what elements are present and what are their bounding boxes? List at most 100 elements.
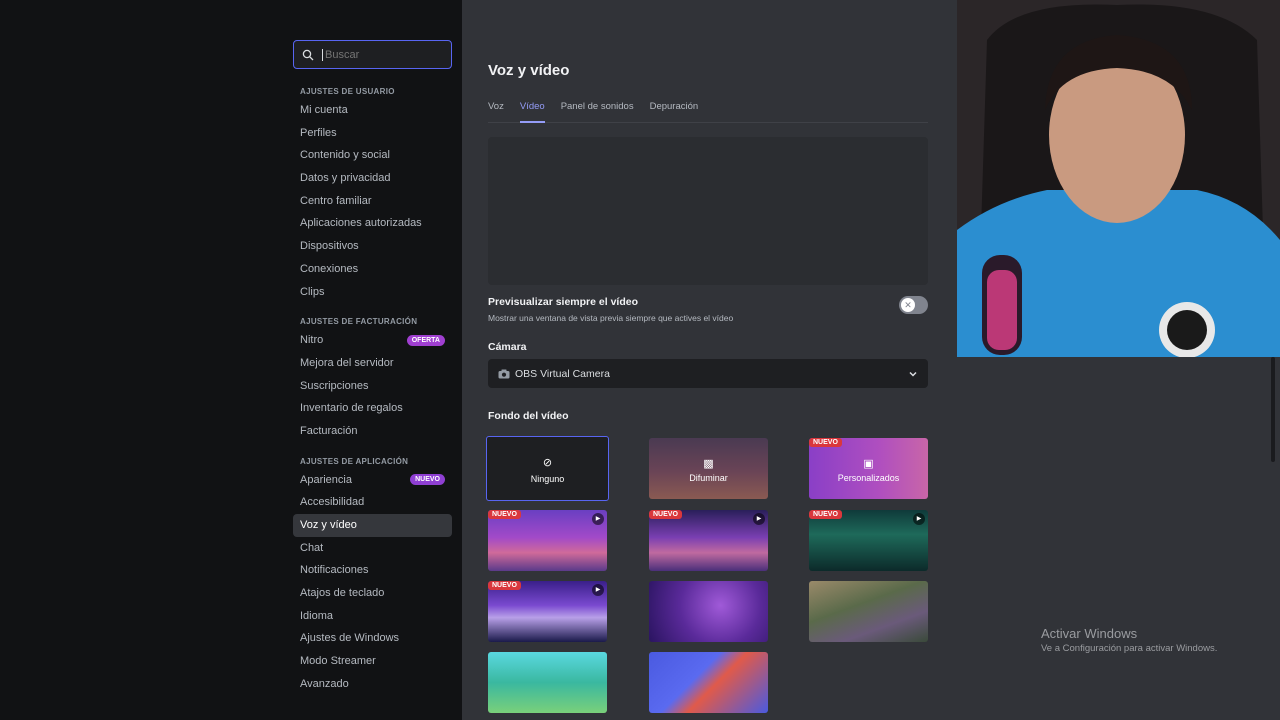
camera-select-value: OBS Virtual Camera xyxy=(498,368,610,380)
search-box[interactable] xyxy=(293,40,452,69)
tab-panel-sonidos[interactable]: Panel de sonidos xyxy=(561,101,634,123)
new-badge: NUEVO xyxy=(809,438,842,447)
background-thumbnail[interactable] xyxy=(809,581,928,642)
sidebar-item-label: Aplicaciones autorizadas xyxy=(300,217,422,230)
sidebar-item-clips[interactable]: Clips xyxy=(293,281,452,304)
sidebar-item-datos[interactable]: Datos y privacidad xyxy=(293,167,452,190)
sidebar-item-label: Mi cuenta xyxy=(300,104,348,116)
background-thumbnail[interactable]: NUEVO ▶ xyxy=(488,581,607,642)
sidebar-item-label: Datos y privacidad xyxy=(300,172,391,185)
sidebar-item-idioma[interactable]: Idioma xyxy=(293,605,452,628)
background-custom[interactable]: NUEVO ▣ Personalizados xyxy=(809,438,928,499)
preview-toggle-label: Previsualizar siempre el vídeo xyxy=(488,296,638,308)
sidebar-item-label: Notificaciones xyxy=(300,564,369,577)
sidebar-item-label: Idioma xyxy=(300,609,334,622)
new-badge: NUEVO xyxy=(488,581,521,590)
play-icon: ▶ xyxy=(592,513,604,525)
tab-video[interactable]: Vídeo xyxy=(519,101,545,123)
sidebar-item-inventario[interactable]: Inventario de regalos xyxy=(293,397,452,420)
new-badge: NUEVO xyxy=(809,510,842,519)
sidebar-item-notificaciones[interactable]: Notificaciones xyxy=(293,559,452,582)
video-preview xyxy=(488,137,928,285)
webcam-overlay xyxy=(957,0,1280,357)
sidebar-item-label: Clips xyxy=(300,285,325,298)
sidebar-item-label: Centro familiar xyxy=(300,194,372,207)
sidebar-item-label: Modo Streamer xyxy=(300,655,376,668)
preview-toggle[interactable]: ✕ xyxy=(899,296,928,314)
background-thumbnail[interactable] xyxy=(649,581,768,642)
background-thumbnail[interactable] xyxy=(649,652,768,713)
background-thumbnail[interactable] xyxy=(488,652,607,713)
sidebar-item-label: Suscripciones xyxy=(300,379,369,392)
sidebar-item-apariencia[interactable]: Apariencia NUEVO xyxy=(293,469,452,492)
new-badge: NUEVO xyxy=(649,510,682,519)
sidebar-item-label: Mejora del servidor xyxy=(300,356,394,369)
settings-sidebar: AJUSTES DE USUARIO Mi cuenta Perfiles Co… xyxy=(293,40,452,696)
background-thumbnail[interactable]: NUEVO ▶ xyxy=(809,510,928,571)
sidebar-item-label: Accesibilidad xyxy=(300,496,365,509)
background-thumbnail[interactable]: NUEVO ▶ xyxy=(649,510,768,571)
sidebar-item-mejora-servidor[interactable]: Mejora del servidor xyxy=(293,352,452,375)
camera-select[interactable]: OBS Virtual Camera xyxy=(488,359,928,388)
sidebar-item-facturacion[interactable]: Facturación xyxy=(293,420,452,443)
sidebar-item-label: Conexiones xyxy=(300,262,359,275)
sidebar-item-label: Atajos de teclado xyxy=(300,587,385,600)
search-input[interactable] xyxy=(322,48,442,61)
sidebar-item-modo-streamer[interactable]: Modo Streamer xyxy=(293,650,452,673)
background-blur-label: Difuminar xyxy=(689,473,728,483)
sidebar-item-atajos[interactable]: Atajos de teclado xyxy=(293,582,452,605)
sidebar-item-perfiles[interactable]: Perfiles xyxy=(293,122,452,145)
background-none[interactable]: ⊘ Ninguno xyxy=(486,436,609,501)
ban-icon: ⊘ xyxy=(542,457,553,469)
section-user-settings: AJUSTES DE USUARIO xyxy=(300,87,395,96)
background-none-label: Ninguno xyxy=(530,474,565,484)
scrollbar[interactable] xyxy=(1271,357,1275,462)
sidebar-item-label: Contenido y social xyxy=(300,149,390,162)
new-badge: NUEVO xyxy=(488,510,521,519)
sidebar-item-label: Nitro xyxy=(300,334,324,347)
webcam-person-image xyxy=(957,0,1280,357)
sidebar-item-chat[interactable]: Chat xyxy=(293,537,452,560)
background-blur[interactable]: ▩ Difuminar xyxy=(649,438,768,499)
tab-voz[interactable]: Voz xyxy=(488,101,504,123)
sidebar-item-label: Dispositivos xyxy=(300,240,359,253)
sidebar-item-mi-cuenta[interactable]: Mi cuenta xyxy=(293,99,452,122)
sidebar-item-conexiones[interactable]: Conexiones xyxy=(293,258,452,281)
tab-depuracion[interactable]: Depuración xyxy=(650,101,699,123)
sidebar-item-aplicaciones[interactable]: Aplicaciones autorizadas xyxy=(293,212,452,235)
sidebar-item-label: Facturación xyxy=(300,424,358,437)
sidebar-item-centro-familiar[interactable]: Centro familiar xyxy=(293,190,452,213)
page-title: Voz y vídeo xyxy=(488,62,570,79)
sidebar-item-label: Perfiles xyxy=(300,126,337,139)
sidebar-item-label: Apariencia xyxy=(300,473,352,486)
sidebar-item-label: Ajustes de Windows xyxy=(300,632,400,645)
image-add-icon: ▣ xyxy=(863,458,874,470)
play-icon: ▶ xyxy=(592,584,604,596)
play-icon: ▶ xyxy=(913,513,925,525)
camera-label: Cámara xyxy=(488,341,527,353)
blur-icon: ▩ xyxy=(703,458,714,470)
new-badge: NUEVO xyxy=(410,474,445,486)
background-label: Fondo del vídeo xyxy=(488,410,569,422)
sidebar-item-dispositivos[interactable]: Dispositivos xyxy=(293,235,452,258)
background-thumbnail[interactable]: NUEVO ▶ xyxy=(488,510,607,571)
windows-activation-watermark: Activar Windows Ve a Configuración para … xyxy=(1041,626,1217,654)
sidebar-item-label: Avanzado xyxy=(300,677,349,690)
sidebar-item-ajustes-windows[interactable]: Ajustes de Windows xyxy=(293,627,452,650)
sidebar-item-nitro[interactable]: Nitro OFERTA xyxy=(293,329,452,352)
sidebar-item-voz-video[interactable]: Voz y vídeo xyxy=(293,514,452,537)
section-app-settings: AJUSTES DE APLICACIÓN xyxy=(300,456,409,466)
watermark-subtitle: Ve a Configuración para activar Windows. xyxy=(1041,643,1218,654)
close-icon: ✕ xyxy=(901,298,915,312)
sidebar-item-suscripciones[interactable]: Suscripciones xyxy=(293,375,452,398)
camera-select-text: OBS Virtual Camera xyxy=(515,367,610,380)
sidebar-item-avanzado[interactable]: Avanzado xyxy=(293,673,452,696)
search-icon xyxy=(302,49,314,60)
sidebar-item-label: Inventario de regalos xyxy=(300,402,403,415)
sidebar-item-accesibilidad[interactable]: Accesibilidad xyxy=(293,491,452,514)
sidebar-item-contenido[interactable]: Contenido y social xyxy=(293,144,452,167)
preview-toggle-description: Mostrar una ventana de vista previa siem… xyxy=(488,313,734,323)
chevron-down-icon xyxy=(909,371,917,377)
play-icon: ▶ xyxy=(753,513,765,525)
settings-main-panel: Voz y vídeo Voz Vídeo Panel de sonidos D… xyxy=(462,0,957,720)
